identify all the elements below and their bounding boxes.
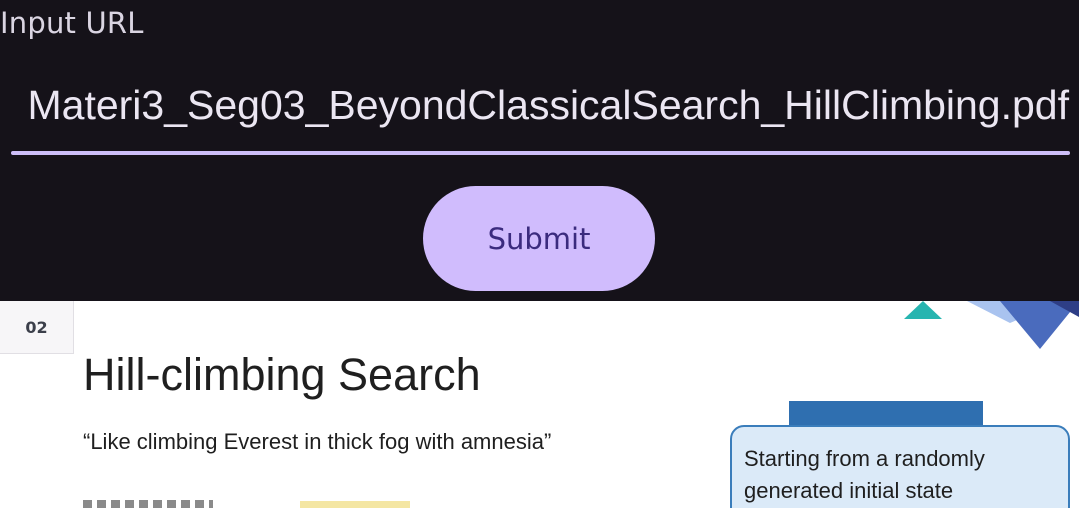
cut-off-highlight xyxy=(300,501,410,508)
slide-quote: “Like climbing Everest in thick fog with… xyxy=(83,429,552,454)
url-input-panel: Input URL Materi3_Seg03_BeyondClassicalS… xyxy=(0,0,1079,301)
url-input-value[interactable]: Materi3_Seg03_BeyondClassicalSearch_Hill… xyxy=(28,82,1070,129)
slide-title: Hill-climbing Search xyxy=(83,349,481,400)
submit-button[interactable]: Submit xyxy=(423,186,655,291)
callout-line-2: generated initial state xyxy=(744,478,954,503)
callout-box: Starting from a randomly generated initi… xyxy=(730,425,1070,508)
url-input-underline xyxy=(11,151,1070,155)
cut-off-text-line xyxy=(83,500,233,508)
teal-triangle xyxy=(904,301,942,319)
callout-line-1: Starting from a randomly xyxy=(744,446,985,471)
url-field-label: Input URL xyxy=(0,6,144,40)
page-number: 02 xyxy=(25,317,48,337)
url-input[interactable]: Materi3_Seg03_BeyondClassicalSearch_Hill… xyxy=(0,72,1079,152)
pdf-slide-preview: 02 Hill-climbing Search “Like climbing E… xyxy=(0,301,1079,508)
page-number-tab: 02 xyxy=(0,301,74,354)
